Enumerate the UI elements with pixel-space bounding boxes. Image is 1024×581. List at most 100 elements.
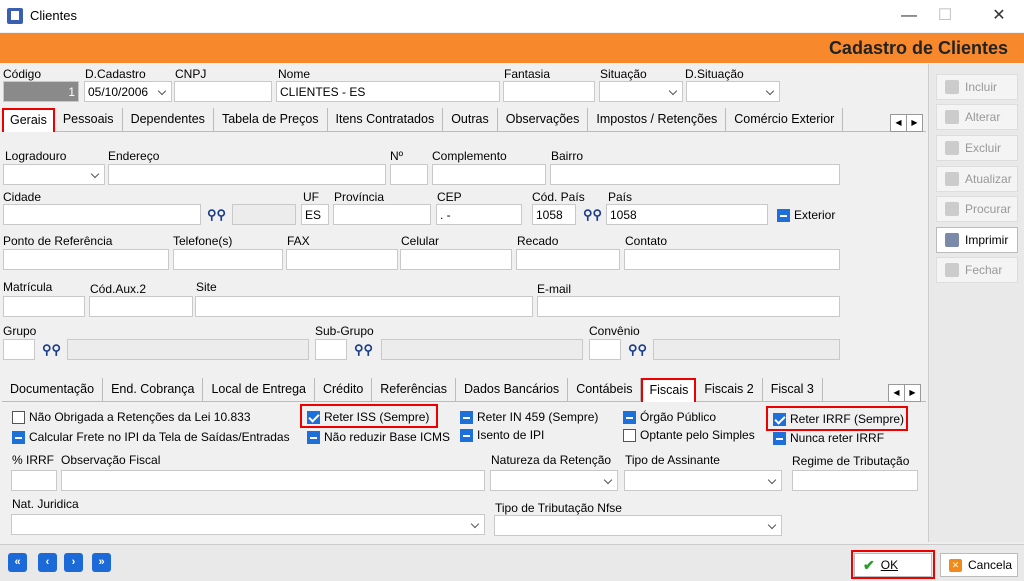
- subgrupo-field[interactable]: [315, 339, 347, 360]
- tab-observacoes[interactable]: Observações: [498, 108, 589, 132]
- convenio-search-icon[interactable]: ⚲⚲: [628, 342, 647, 358]
- procurar-button[interactable]: Procurar: [936, 196, 1018, 222]
- prev-record-icon[interactable]: ‹: [38, 553, 57, 572]
- tab-left-icon[interactable]: ◀: [891, 115, 907, 131]
- grupo-search-icon[interactable]: ⚲⚲: [42, 342, 61, 358]
- numero-field[interactable]: [390, 164, 428, 185]
- recado-field[interactable]: [516, 249, 620, 270]
- atualizar-button[interactable]: Atualizar: [936, 166, 1018, 192]
- situacao-select[interactable]: [599, 81, 683, 102]
- subtab-right-icon[interactable]: ▶: [905, 385, 920, 401]
- codigo-field[interactable]: 1: [3, 81, 79, 102]
- cidade-field[interactable]: [3, 204, 201, 225]
- tab-fiscais[interactable]: Fiscais: [641, 378, 697, 402]
- exterior-checkbox[interactable]: Exterior: [777, 208, 835, 222]
- calcular-frete-checkbox[interactable]: Calcular Frete no IPI da Tela de Saídas/…: [12, 430, 290, 444]
- incluir-button[interactable]: Incluir: [936, 74, 1018, 100]
- pais-field[interactable]: 1058: [606, 204, 768, 225]
- last-record-icon[interactable]: »: [92, 553, 111, 572]
- subtab-left-icon[interactable]: ◀: [889, 385, 905, 401]
- pct-irrf-field[interactable]: [11, 470, 57, 491]
- excluir-button[interactable]: Excluir: [936, 135, 1018, 161]
- provincia-field[interactable]: [333, 204, 431, 225]
- dcadastro-field[interactable]: 05/10/2006: [84, 81, 172, 102]
- tab-itens-contratados[interactable]: Itens Contratados: [328, 108, 444, 132]
- nao-reduzir-checkbox[interactable]: Não reduzir Base ICMS: [307, 430, 450, 444]
- alterar-button[interactable]: Alterar: [936, 104, 1018, 130]
- natureza-select[interactable]: [490, 470, 618, 491]
- bairro-field[interactable]: [550, 164, 840, 185]
- pais-search-icon[interactable]: ⚲⚲: [583, 207, 602, 223]
- tab-tabela-precos[interactable]: Tabela de Preços: [214, 108, 328, 132]
- tab-documentacao[interactable]: Documentação: [2, 378, 104, 402]
- orgao-publico-checkbox[interactable]: Órgão Público: [623, 410, 716, 424]
- convenio-field[interactable]: [589, 339, 621, 360]
- nao-reduzir-check-icon[interactable]: [307, 430, 320, 444]
- nome-field[interactable]: CLIENTES - ES: [276, 81, 500, 102]
- tab-fiscais-2[interactable]: Fiscais 2: [696, 378, 763, 402]
- logradouro-select[interactable]: [3, 164, 105, 185]
- calcular-frete-check-icon[interactable]: [12, 430, 25, 444]
- ponto-ref-field[interactable]: [3, 249, 169, 270]
- cep-field[interactable]: . -: [436, 204, 522, 225]
- tab-credito[interactable]: Crédito: [315, 378, 373, 402]
- cancel-button[interactable]: ✕ Cancela: [940, 553, 1018, 577]
- endereco-field[interactable]: [108, 164, 386, 185]
- nao-obrigada-check-icon[interactable]: [12, 410, 25, 424]
- tab-referencias[interactable]: Referências: [372, 378, 456, 402]
- cod-pais-field[interactable]: 1058: [532, 204, 576, 225]
- nunca-irrf-check-icon[interactable]: [773, 431, 786, 445]
- close-button[interactable]: ✕: [976, 0, 1022, 32]
- tab-outras[interactable]: Outras: [443, 108, 498, 132]
- tab-contabeis[interactable]: Contábeis: [568, 378, 642, 402]
- ponto-ref-label: Ponto de Referência: [3, 234, 113, 248]
- contato-field[interactable]: [624, 249, 840, 270]
- cidade-search-icon[interactable]: ⚲⚲: [207, 207, 226, 223]
- optante-checkbox[interactable]: Optante pelo Simples: [623, 428, 755, 442]
- nao-obrigada-checkbox[interactable]: Não Obrigada a Retenções da Lei 10.833: [12, 410, 251, 424]
- isento-ipi-checkbox[interactable]: Isento de IPI: [460, 428, 544, 442]
- tab-dependentes[interactable]: Dependentes: [123, 108, 214, 132]
- next-record-icon[interactable]: ›: [64, 553, 83, 572]
- tipo-nfse-select[interactable]: [494, 515, 782, 536]
- cnpj-field[interactable]: [174, 81, 272, 102]
- complemento-field[interactable]: [432, 164, 546, 185]
- tab-impostos[interactable]: Impostos / Retenções: [588, 108, 727, 132]
- nunca-irrf-checkbox[interactable]: Nunca reter IRRF: [773, 431, 884, 445]
- first-record-icon[interactable]: «: [8, 553, 27, 572]
- regime-field[interactable]: [792, 470, 918, 491]
- sub-tab-scroll[interactable]: ◀ ▶: [888, 384, 921, 402]
- reter-in-checkbox[interactable]: Reter IN 459 (Sempre): [460, 410, 598, 424]
- grupo-field[interactable]: [3, 339, 35, 360]
- isento-ipi-check-icon[interactable]: [460, 428, 473, 442]
- tab-fiscal-3[interactable]: Fiscal 3: [763, 378, 823, 402]
- subgrupo-search-icon[interactable]: ⚲⚲: [354, 342, 373, 358]
- exterior-check-icon[interactable]: [777, 208, 790, 222]
- reter-in-check-icon[interactable]: [460, 410, 473, 424]
- nat-juridica-select[interactable]: [11, 514, 485, 535]
- telefones-field[interactable]: [173, 249, 283, 270]
- tab-dados-bancarios[interactable]: Dados Bancários: [456, 378, 569, 402]
- fax-field[interactable]: [286, 249, 398, 270]
- cod-aux2-field[interactable]: [89, 296, 193, 317]
- matricula-field[interactable]: [3, 296, 85, 317]
- maximize-button[interactable]: ☐: [922, 0, 968, 32]
- obs-fiscal-field[interactable]: [61, 470, 485, 491]
- fechar-button[interactable]: Fechar: [936, 257, 1018, 283]
- orgao-publico-check-icon[interactable]: [623, 410, 636, 424]
- fantasia-field[interactable]: [503, 81, 595, 102]
- dsituacao-select[interactable]: [686, 81, 780, 102]
- tab-local-entrega[interactable]: Local de Entrega: [203, 378, 315, 402]
- main-tab-scroll[interactable]: ◀ ▶: [890, 114, 923, 132]
- tab-end-cobranca[interactable]: End. Cobrança: [103, 378, 204, 402]
- celular-field[interactable]: [400, 249, 512, 270]
- uf-field[interactable]: ES: [301, 204, 329, 225]
- site-field[interactable]: [195, 296, 533, 317]
- email-field[interactable]: [537, 296, 840, 317]
- tipo-assinante-select[interactable]: [624, 470, 782, 491]
- imprimir-button[interactable]: Imprimir: [936, 227, 1018, 253]
- tab-comercio-exterior[interactable]: Comércio Exterior: [726, 108, 844, 132]
- optante-check-icon[interactable]: [623, 428, 636, 442]
- tab-pessoais[interactable]: Pessoais: [55, 108, 123, 132]
- tab-right-icon[interactable]: ▶: [907, 115, 922, 131]
